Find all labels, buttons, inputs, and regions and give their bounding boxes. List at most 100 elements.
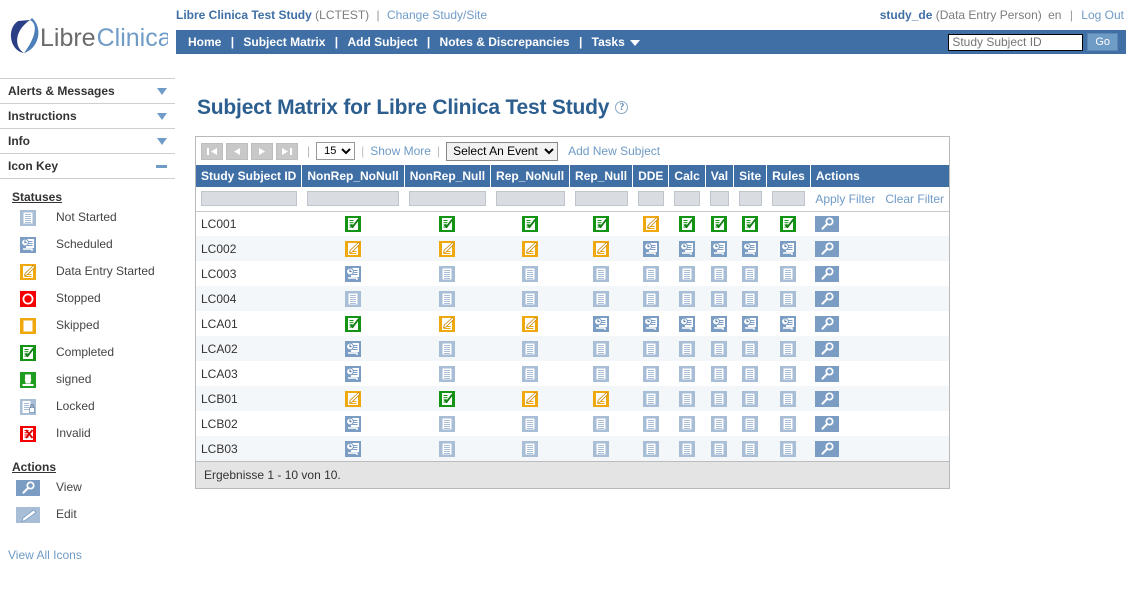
status-cell[interactable]	[632, 261, 669, 286]
status-cell[interactable]	[490, 286, 570, 311]
not-started-icon[interactable]	[593, 415, 610, 432]
not-started-icon[interactable]	[742, 390, 759, 407]
table-row[interactable]: LC003	[196, 261, 950, 286]
status-cell[interactable]	[705, 436, 734, 461]
status-cell[interactable]	[404, 411, 491, 436]
sidebar-section-info[interactable]: Info	[0, 128, 175, 154]
language-indicator[interactable]: en	[1048, 8, 1061, 22]
scheduled-icon[interactable]	[642, 315, 659, 332]
not-started-icon[interactable]	[679, 290, 696, 307]
chevron-down-icon[interactable]	[157, 137, 167, 145]
status-cell[interactable]	[404, 386, 491, 411]
not-started-icon[interactable]	[780, 390, 797, 407]
column-header-rep-null[interactable]: Rep_Null	[569, 165, 634, 187]
not-started-icon[interactable]	[593, 365, 610, 382]
not-started-icon[interactable]	[711, 290, 728, 307]
status-cell[interactable]	[733, 336, 767, 361]
table-row[interactable]: LC002	[196, 236, 950, 261]
logout-link[interactable]: Log Out	[1081, 8, 1124, 22]
status-cell[interactable]	[569, 386, 633, 411]
status-cell[interactable]	[404, 286, 491, 311]
view-icon[interactable]	[815, 240, 840, 257]
status-cell[interactable]	[766, 311, 811, 336]
status-cell[interactable]	[632, 386, 669, 411]
status-cell[interactable]	[632, 336, 669, 361]
view-all-icons-link[interactable]: View All Icons	[8, 548, 82, 562]
status-cell[interactable]	[569, 411, 633, 436]
not-started-icon[interactable]	[439, 415, 456, 432]
column-header-nonrep-null[interactable]: NonRep_Null	[404, 165, 492, 187]
status-cell[interactable]	[490, 236, 570, 261]
status-cell[interactable]	[766, 211, 811, 236]
column-header-rules[interactable]: Rules	[766, 165, 811, 187]
sidebar-section-icon-key[interactable]: Icon Key	[0, 153, 175, 179]
view-icon[interactable]	[815, 415, 840, 432]
not-started-icon[interactable]	[642, 290, 659, 307]
not-started-icon[interactable]	[642, 340, 659, 357]
data-entry-started-icon[interactable]	[345, 390, 362, 407]
view-icon[interactable]	[815, 290, 840, 307]
sidebar-section-alerts-messages[interactable]: Alerts & Messages	[0, 78, 175, 104]
status-cell[interactable]	[632, 436, 669, 461]
scheduled-icon[interactable]	[345, 440, 362, 457]
status-cell[interactable]	[301, 386, 405, 411]
not-started-icon[interactable]	[711, 340, 728, 357]
column-header-val[interactable]: Val	[705, 165, 735, 187]
filter-input[interactable]	[201, 191, 297, 207]
not-started-icon[interactable]	[780, 415, 797, 432]
status-cell[interactable]	[632, 286, 669, 311]
data-entry-started-icon[interactable]	[522, 390, 539, 407]
status-cell[interactable]	[301, 361, 405, 386]
status-cell[interactable]	[490, 261, 570, 286]
scheduled-icon[interactable]	[711, 240, 728, 257]
view-icon[interactable]	[815, 315, 840, 332]
status-cell[interactable]	[705, 411, 734, 436]
status-cell[interactable]	[569, 286, 633, 311]
column-header-site[interactable]: Site	[733, 165, 768, 187]
not-started-icon[interactable]	[593, 265, 610, 282]
first-page-button[interactable]	[201, 142, 223, 160]
status-cell[interactable]	[490, 336, 570, 361]
scheduled-icon[interactable]	[642, 240, 659, 257]
not-started-icon[interactable]	[711, 440, 728, 457]
not-started-icon[interactable]	[742, 265, 759, 282]
status-cell[interactable]	[632, 361, 669, 386]
status-cell[interactable]	[705, 261, 734, 286]
column-header-dde[interactable]: DDE	[632, 165, 670, 187]
scheduled-icon[interactable]	[780, 240, 797, 257]
table-row[interactable]: LCB01	[196, 386, 950, 411]
completed-icon[interactable]	[522, 215, 539, 232]
nav-item-add-subject[interactable]: Add Subject	[347, 35, 417, 49]
completed-icon[interactable]	[439, 215, 456, 232]
logo[interactable]: Libre Clinica	[0, 0, 175, 72]
prev-page-button[interactable]	[226, 142, 248, 160]
status-cell[interactable]	[301, 236, 405, 261]
status-cell[interactable]	[490, 436, 570, 461]
completed-icon[interactable]	[780, 215, 797, 232]
data-entry-started-icon[interactable]	[345, 240, 362, 257]
status-cell[interactable]	[733, 436, 767, 461]
status-cell[interactable]	[733, 386, 767, 411]
show-more-link[interactable]: Show More	[370, 144, 431, 158]
not-started-icon[interactable]	[345, 290, 362, 307]
filter-input[interactable]	[673, 191, 701, 207]
status-cell[interactable]	[301, 286, 405, 311]
status-cell[interactable]	[404, 361, 491, 386]
not-started-icon[interactable]	[439, 365, 456, 382]
status-cell[interactable]	[705, 311, 734, 336]
scheduled-icon[interactable]	[345, 265, 362, 282]
scheduled-icon[interactable]	[780, 315, 797, 332]
column-header-nonrep-nonull[interactable]: NonRep_NoNull	[301, 165, 405, 187]
table-row[interactable]: LCA02	[196, 336, 950, 361]
data-entry-started-icon[interactable]	[593, 240, 610, 257]
filter-input[interactable]	[637, 191, 664, 207]
not-started-icon[interactable]	[642, 265, 659, 282]
status-cell[interactable]	[404, 236, 491, 261]
completed-icon[interactable]	[679, 215, 696, 232]
per-page-select[interactable]: 152550	[316, 142, 356, 160]
status-cell[interactable]	[668, 411, 706, 436]
status-cell[interactable]	[668, 436, 706, 461]
not-started-icon[interactable]	[642, 390, 659, 407]
data-entry-started-icon[interactable]	[522, 315, 539, 332]
not-started-icon[interactable]	[742, 340, 759, 357]
